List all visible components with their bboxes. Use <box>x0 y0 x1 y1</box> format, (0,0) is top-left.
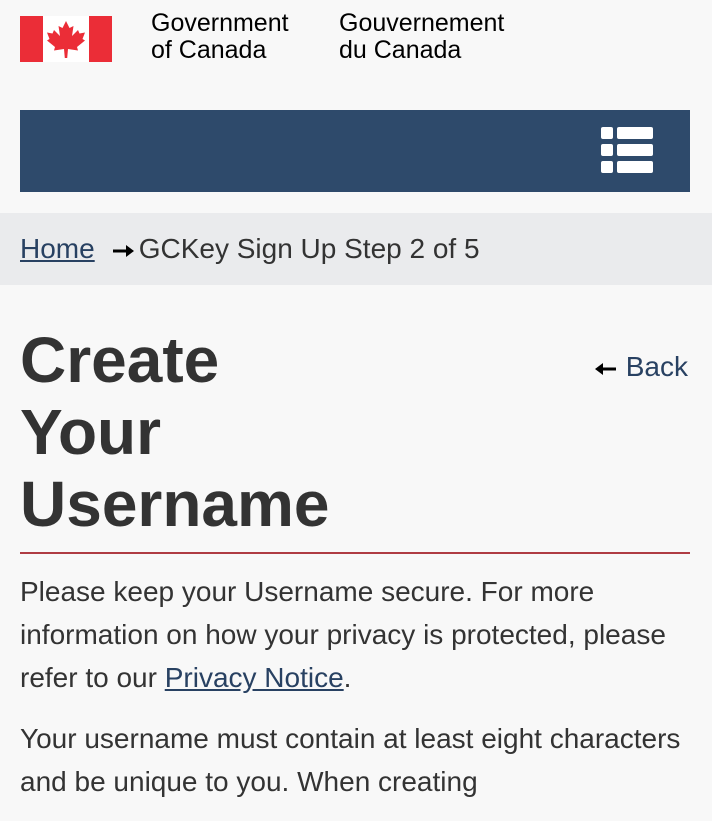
page-title-line1: Create <box>20 324 220 396</box>
site-header: Government of Canada Gouvernement du Can… <box>0 0 712 110</box>
signature-en-line2: of Canada <box>151 36 267 64</box>
canada-flag-icon <box>20 16 112 62</box>
page-title-line2: Your <box>20 396 162 468</box>
title-divider <box>20 552 690 554</box>
menu-button[interactable] <box>601 127 655 175</box>
back-link[interactable]: Back <box>594 350 688 384</box>
arrow-left-icon <box>594 362 616 375</box>
breadcrumb: Home GCKey Sign Up Step 2 of 5 <box>20 232 480 266</box>
username-rules-paragraph: Your username must contain at least eigh… <box>20 723 681 797</box>
signature-fr-line2: du Canada <box>339 36 462 64</box>
list-menu-icon <box>601 127 653 173</box>
signature-french: Gouvernement du Canada <box>339 10 504 64</box>
privacy-text-end: . <box>343 662 352 693</box>
back-label: Back <box>625 351 688 382</box>
breadcrumb-bar: Home GCKey Sign Up Step 2 of 5 <box>0 213 712 285</box>
breadcrumb-current: GCKey Sign Up Step 2 of 5 <box>138 233 480 264</box>
signature-en-line1: Government <box>151 9 289 37</box>
privacy-paragraph: Please keep your Username secure. For mo… <box>20 570 690 699</box>
main-content: Please keep your Username secure. For mo… <box>20 570 690 821</box>
arrow-right-icon <box>112 244 134 257</box>
menu-bar <box>20 110 690 192</box>
privacy-notice-link[interactable]: Privacy Notice <box>165 662 344 693</box>
breadcrumb-home-link[interactable]: Home <box>20 233 95 264</box>
signature-english: Government of Canada <box>151 10 289 64</box>
signature-fr-line1: Gouvernement <box>339 9 505 37</box>
page-title: Create Your Username <box>20 324 440 540</box>
page-title-line3: Username <box>20 468 330 540</box>
